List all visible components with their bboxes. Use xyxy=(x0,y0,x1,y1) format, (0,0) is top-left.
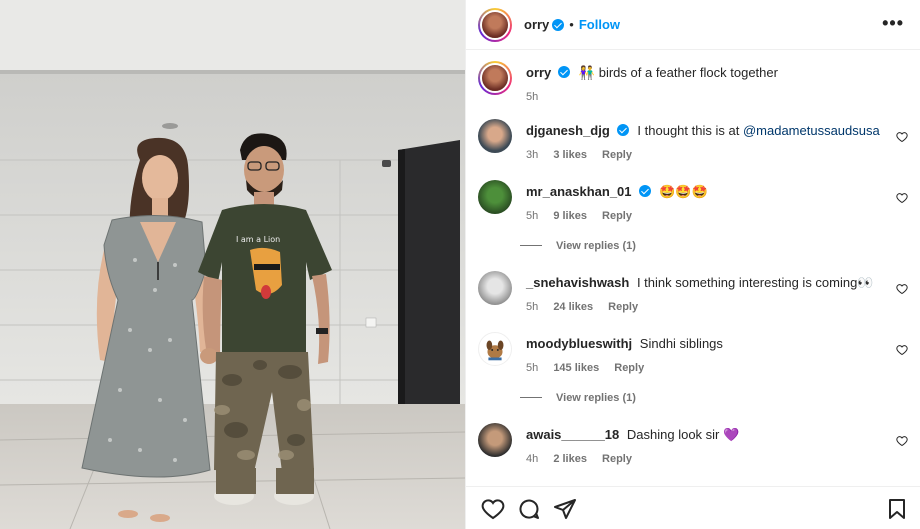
share-icon[interactable] xyxy=(552,497,578,521)
comment-item: moodyblueswithj Sindhi siblings 5h 145 l… xyxy=(478,332,908,374)
commenter-avatar[interactable] xyxy=(478,332,512,366)
comment-time[interactable]: 4h xyxy=(526,453,538,465)
comment-text: I think something interesting is coming👀 xyxy=(636,275,874,290)
reply-button[interactable]: Reply xyxy=(602,210,632,222)
commenter-avatar[interactable] xyxy=(478,423,512,457)
comment-text: Dashing look sir 💜 xyxy=(626,427,740,442)
view-replies-button[interactable]: View replies (1) xyxy=(520,392,636,404)
caption-emoji: 👫 xyxy=(578,65,596,80)
comment-username[interactable]: djganesh_djg xyxy=(526,123,610,138)
heart-icon[interactable] xyxy=(896,435,908,447)
comment-time[interactable]: 5h xyxy=(526,301,538,313)
comment-likes[interactable]: 3 likes xyxy=(553,149,587,161)
comment-time[interactable]: 5h xyxy=(526,210,538,222)
reply-button[interactable]: Reply xyxy=(614,362,644,374)
comment-time[interactable]: 5h xyxy=(526,362,538,374)
comment-text: Sindhi siblings xyxy=(639,336,723,351)
post-photo[interactable]: I am a Lion xyxy=(0,0,465,529)
comment-item: awais______18 Dashing look sir 💜 4h 2 li… xyxy=(478,423,908,465)
heart-icon[interactable] xyxy=(896,283,908,295)
commenter-avatar[interactable] xyxy=(478,119,512,153)
view-replies-button[interactable]: View replies (1) xyxy=(520,240,636,252)
caption-time[interactable]: 5h xyxy=(526,91,538,103)
verified-badge-icon xyxy=(558,66,571,78)
view-replies-label[interactable]: View replies (1) xyxy=(556,240,636,252)
post-header: orry • Follow ••• xyxy=(466,0,920,50)
reply-button[interactable]: Reply xyxy=(602,149,632,161)
comment-likes[interactable]: 2 likes xyxy=(553,453,587,465)
comment-username[interactable]: _snehavishwash xyxy=(526,275,629,290)
replies-divider xyxy=(520,245,542,246)
verified-badge-icon xyxy=(616,124,629,136)
comment-likes[interactable]: 145 likes xyxy=(553,362,599,374)
reply-button[interactable]: Reply xyxy=(602,453,632,465)
post-sidebar: orry • Follow ••• orry 👫 birds of a feat… xyxy=(465,0,920,529)
post-action-bar xyxy=(466,486,920,529)
dog-cartoon-icon xyxy=(486,340,504,361)
follow-button[interactable]: Follow xyxy=(579,17,620,32)
instagram-post-dialog: I am a Lion orry • Follow ••• orry 👫 bir… xyxy=(0,0,920,529)
caption-username[interactable]: orry xyxy=(526,65,551,80)
view-replies-label[interactable]: View replies (1) xyxy=(556,392,636,404)
heart-icon[interactable] xyxy=(896,192,908,204)
caption-text: birds of a feather flock together xyxy=(598,65,778,80)
comment-text: I thought this is at xyxy=(637,123,740,138)
more-options-icon[interactable]: ••• xyxy=(882,13,904,34)
author-username[interactable]: orry xyxy=(524,17,549,32)
comment-username[interactable]: mr_anaskhan_01 xyxy=(526,184,632,199)
comment-mention-link[interactable]: @madametussaudsusa xyxy=(743,123,880,138)
comment-text: 🤩🤩🤩 xyxy=(659,184,708,199)
bookmark-icon[interactable] xyxy=(884,497,910,521)
comment-username[interactable]: moodyblueswithj xyxy=(526,336,632,351)
comment-item: djganesh_djg I thought this is at @madam… xyxy=(478,119,908,161)
comment-username[interactable]: awais______18 xyxy=(526,427,619,442)
author-avatar[interactable] xyxy=(478,7,512,42)
comment-icon[interactable] xyxy=(516,497,542,521)
replies-divider xyxy=(520,397,542,398)
comment-likes[interactable]: 24 likes xyxy=(553,301,593,313)
post-photo-illustration: I am a Lion xyxy=(0,0,465,529)
commenter-avatar[interactable] xyxy=(478,271,512,305)
heart-icon[interactable] xyxy=(896,131,908,143)
verified-badge-icon xyxy=(552,18,565,31)
comment-time[interactable]: 3h xyxy=(526,149,538,161)
separator-dot: • xyxy=(569,17,574,32)
comment-item: _snehavishwash I think something interes… xyxy=(478,271,908,313)
verified-badge-icon xyxy=(638,185,651,197)
comments-list[interactable]: orry 👫 birds of a feather flock together… xyxy=(466,50,920,486)
comment-likes[interactable]: 9 likes xyxy=(553,210,587,222)
commenter-avatar[interactable] xyxy=(478,180,512,214)
like-heart-icon[interactable] xyxy=(480,497,506,521)
author-avatar[interactable] xyxy=(478,61,512,95)
reply-button[interactable]: Reply xyxy=(608,301,638,313)
shirt-print-text: I am a Lion xyxy=(236,235,280,244)
post-caption: orry 👫 birds of a feather flock together… xyxy=(478,61,908,103)
comment-item: mr_anaskhan_01 🤩🤩🤩 5h 9 likes Reply xyxy=(478,180,908,222)
heart-icon[interactable] xyxy=(896,344,908,356)
